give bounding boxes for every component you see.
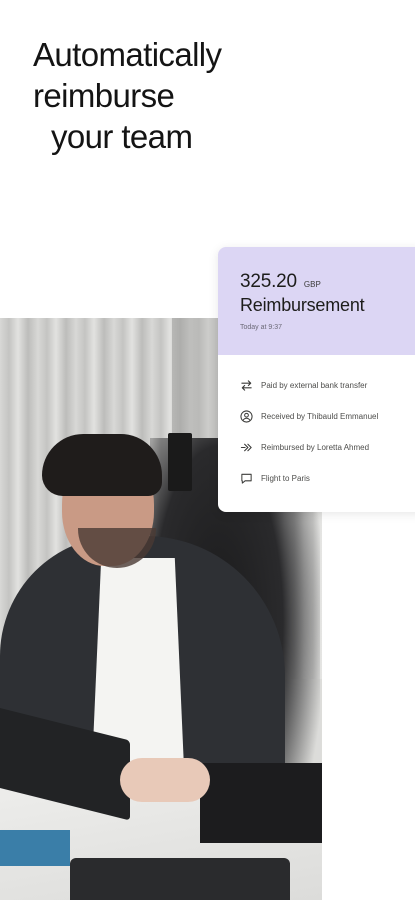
headline: Automatically reimburse your team <box>33 34 222 157</box>
detail-label: Flight to Paris <box>261 474 310 483</box>
card-details: Paid by external bank transfer Received … <box>218 370 415 494</box>
detail-label: Paid by external bank transfer <box>261 381 368 390</box>
detail-row-reimbursed: Reimbursed by Loretta Ahmed <box>218 432 415 463</box>
card-timestamp: Today at 9:37 <box>240 324 283 331</box>
card-header: 325.20 GBP Reimbursement Today at 9:37 <box>218 247 415 355</box>
detail-row-note: Flight to Paris <box>218 463 415 494</box>
blue-folder <box>0 830 70 866</box>
card-title: Reimbursement <box>240 295 365 315</box>
currency: GBP <box>303 280 321 289</box>
user-circle-icon <box>239 410 253 424</box>
man-hair <box>42 434 162 496</box>
detail-row-payment: Paid by external bank transfer <box>218 370 415 401</box>
headline-line-1: Automatically <box>33 36 222 73</box>
detail-row-received: Received by Thibauld Emmanuel <box>218 401 415 432</box>
transfer-arrows-icon <box>239 379 253 393</box>
speaker <box>168 433 192 491</box>
comment-icon <box>239 472 253 486</box>
colleague-hand <box>120 758 210 802</box>
laptop-keyboard <box>70 858 290 900</box>
amount-row: 325.20 GBP <box>240 271 321 293</box>
reimbursement-card[interactable]: 325.20 GBP Reimbursement Today at 9:37 P… <box>218 247 415 512</box>
double-chevron-right-icon <box>239 441 253 455</box>
headline-line-3: your team <box>51 118 193 155</box>
colleague-sleeve <box>200 763 322 843</box>
headline-line-2: reimburse <box>33 77 175 114</box>
amount: 325.20 <box>240 271 297 292</box>
detail-label: Reimbursed by Loretta Ahmed <box>261 443 370 452</box>
detail-label: Received by Thibauld Emmanuel <box>261 412 379 421</box>
